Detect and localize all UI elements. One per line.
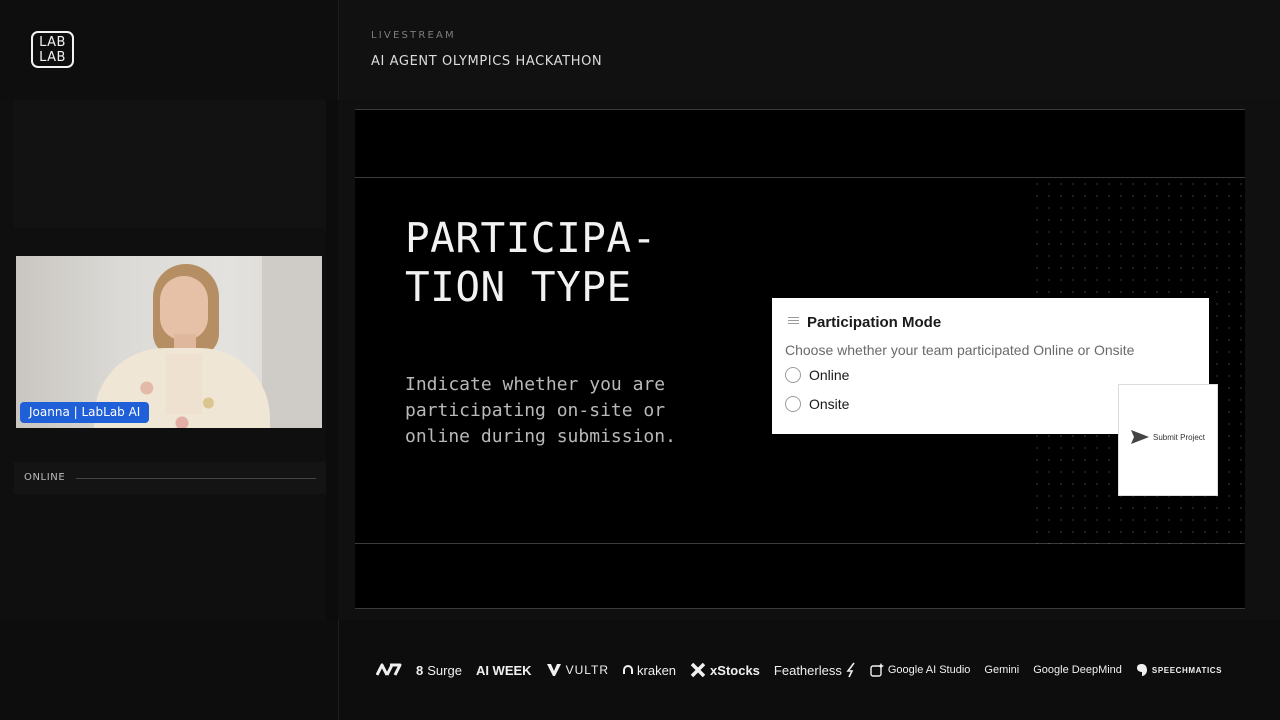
stream-header: LIVESTREAM AI AGENT OLYMPICS HACKATHON — [338, 0, 1280, 100]
form-subtitle: Choose whether your team participated On… — [785, 342, 1135, 358]
xstocks-logo-icon — [690, 662, 706, 678]
sponsor-speechmatics-name: SPEECHMATICS — [1151, 665, 1223, 675]
slide-title: PARTICIPA- TION TYPE — [405, 214, 725, 312]
ai-studio-logo-icon — [870, 663, 884, 677]
status-divider — [76, 478, 316, 479]
sponsor-xstocks: xStocks — [690, 662, 760, 678]
radio-onsite[interactable] — [785, 396, 801, 412]
radio-online[interactable] — [785, 367, 801, 383]
status-label: ONLINE — [24, 472, 66, 483]
slide-description: Indicate whether you are participating o… — [405, 374, 676, 447]
speaker-name-tag: Joanna | LabLab AI — [20, 402, 150, 423]
slide-title-line-2: TION TYPE — [405, 263, 632, 311]
header-kicker: LIVESTREAM — [371, 30, 456, 41]
left-divider — [326, 100, 338, 620]
surge-logo-icon: 8 — [416, 662, 424, 678]
logo-line-1: LAB — [39, 35, 66, 50]
sponsor-surge: 8 Surge — [416, 663, 462, 678]
option-onsite[interactable]: Onsite — [785, 395, 849, 413]
submit-card: Submit Project — [1118, 384, 1218, 496]
submit-project-button[interactable]: Submit Project — [1130, 429, 1205, 445]
logo-line-2: LAB — [39, 50, 66, 65]
sponsor-google-ai-studio: Google AI Studio — [870, 663, 971, 677]
nv-logo-icon — [376, 663, 402, 677]
footer-divider — [338, 620, 339, 720]
lablab-logo[interactable]: LAB LAB — [31, 31, 74, 68]
submit-project-label: Submit Project — [1153, 432, 1206, 442]
option-online[interactable]: Online — [785, 366, 849, 384]
featherless-logo-icon — [846, 662, 855, 678]
logo-panel: LAB LAB — [0, 0, 338, 100]
sponsor-deepmind: Google DeepMind — [1033, 664, 1122, 676]
slide-title-line-1: PARTICIPA- — [405, 214, 657, 262]
sponsor-featherless: Featherless — [774, 662, 856, 678]
send-icon — [1131, 430, 1149, 444]
speechmatics-logo-icon — [1136, 664, 1147, 676]
vultr-logo-icon — [546, 664, 561, 676]
sponsor-surge-name: Surge — [427, 662, 462, 678]
sponsor-vultr: VULTR — [546, 663, 609, 677]
header-title: AI AGENT OLYMPICS HACKATHON — [371, 54, 603, 69]
kraken-logo-icon — [623, 665, 634, 674]
footer-dot-pattern — [0, 620, 338, 720]
sponsor-xstocks-name: xStocks — [710, 662, 760, 678]
sponsor-kraken: kraken — [623, 663, 676, 678]
sponsor-gemini: Gemini — [984, 664, 1020, 676]
status-bar: ONLINE — [14, 462, 326, 494]
sponsor-featherless-name: Featherless — [773, 662, 842, 678]
option-online-label: Online — [809, 367, 850, 383]
sponsor-aiweek: AI WEEK — [475, 662, 532, 678]
sponsor-kraken-name: kraken — [637, 662, 677, 678]
sponsor-speechmatics: SPEECHMATICS — [1136, 663, 1222, 677]
option-onsite-label: Onsite — [809, 396, 850, 412]
sponsor-vultr-name: VULTR — [565, 663, 610, 677]
sponsor-logos: 8 Surge AI WEEK VULTR kraken xStocks Fea… — [376, 660, 1222, 680]
left-top-panel — [14, 100, 326, 228]
form-heading: Participation Mode — [807, 314, 942, 331]
drag-handle-icon[interactable] — [788, 317, 799, 327]
sponsor-google-ai-studio-name: Google AI Studio — [887, 664, 971, 676]
